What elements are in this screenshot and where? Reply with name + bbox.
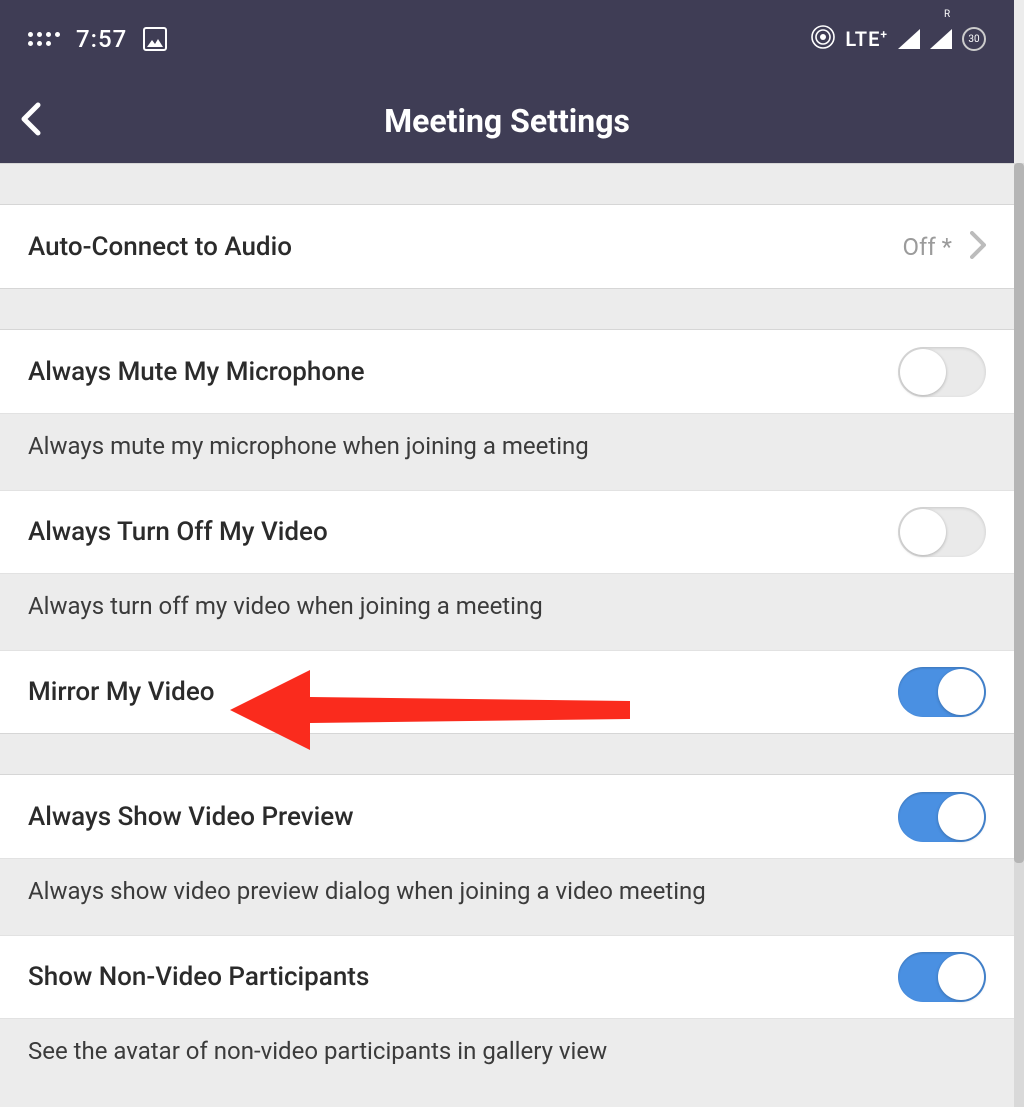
row-mirror-video: Mirror My Video bbox=[0, 650, 1014, 733]
row-label: Always Turn Off My Video bbox=[28, 517, 328, 547]
settings-list: Auto-Connect to Audio Off * Always Mute … bbox=[0, 163, 1014, 1095]
row-label: Show Non-Video Participants bbox=[28, 962, 369, 992]
hotspot-icon bbox=[811, 25, 835, 53]
section-gap bbox=[0, 163, 1014, 205]
signal-icon-2: R bbox=[930, 29, 952, 49]
row-label: Auto-Connect to Audio bbox=[28, 232, 292, 262]
status-bar-left: 7:57 bbox=[28, 25, 167, 53]
row-video-preview: Always Show Video Preview bbox=[0, 775, 1014, 858]
chevron-left-icon bbox=[18, 101, 42, 137]
toggle-video-preview[interactable] bbox=[898, 792, 986, 842]
row-turn-off-video: Always Turn Off My Video bbox=[0, 490, 1014, 573]
page-title: Meeting Settings bbox=[0, 102, 1014, 140]
row-label: Always Mute My Microphone bbox=[28, 357, 365, 387]
image-icon bbox=[143, 27, 167, 51]
section-gap bbox=[0, 733, 1014, 775]
back-button[interactable] bbox=[18, 101, 42, 141]
battery-badge: 30 bbox=[962, 27, 986, 51]
row-label: Mirror My Video bbox=[28, 677, 215, 707]
row-label: Always Show Video Preview bbox=[28, 802, 354, 832]
row-right: Off * bbox=[903, 231, 987, 263]
row-value: Off * bbox=[903, 233, 953, 261]
toggle-mute-microphone[interactable] bbox=[898, 347, 986, 397]
header-bar: Meeting Settings bbox=[0, 78, 1014, 163]
row-description: Always mute my microphone when joining a… bbox=[0, 413, 1014, 490]
row-mute-microphone: Always Mute My Microphone bbox=[0, 330, 1014, 413]
toggle-turn-off-video[interactable] bbox=[898, 507, 986, 557]
row-description: See the avatar of non-video participants… bbox=[0, 1018, 1014, 1095]
scrollbar-thumb[interactable] bbox=[1014, 163, 1024, 863]
status-bar-right: LTE+ R 30 bbox=[811, 25, 986, 53]
toggle-mirror-video[interactable] bbox=[898, 667, 986, 717]
row-description: Always turn off my video when joining a … bbox=[0, 573, 1014, 650]
toggle-non-video-participants[interactable] bbox=[898, 952, 986, 1002]
signal-icon-1 bbox=[898, 29, 920, 49]
status-time: 7:57 bbox=[76, 25, 127, 53]
network-label: LTE+ bbox=[845, 27, 888, 51]
row-description: Always show video preview dialog when jo… bbox=[0, 858, 1014, 935]
status-bar: 7:57 LTE+ R 30 bbox=[0, 0, 1014, 78]
section-gap bbox=[0, 288, 1014, 330]
blackberry-icon bbox=[28, 32, 60, 46]
row-auto-connect-audio[interactable]: Auto-Connect to Audio Off * bbox=[0, 205, 1014, 288]
row-non-video-participants: Show Non-Video Participants bbox=[0, 935, 1014, 1018]
chevron-right-icon bbox=[970, 231, 986, 263]
